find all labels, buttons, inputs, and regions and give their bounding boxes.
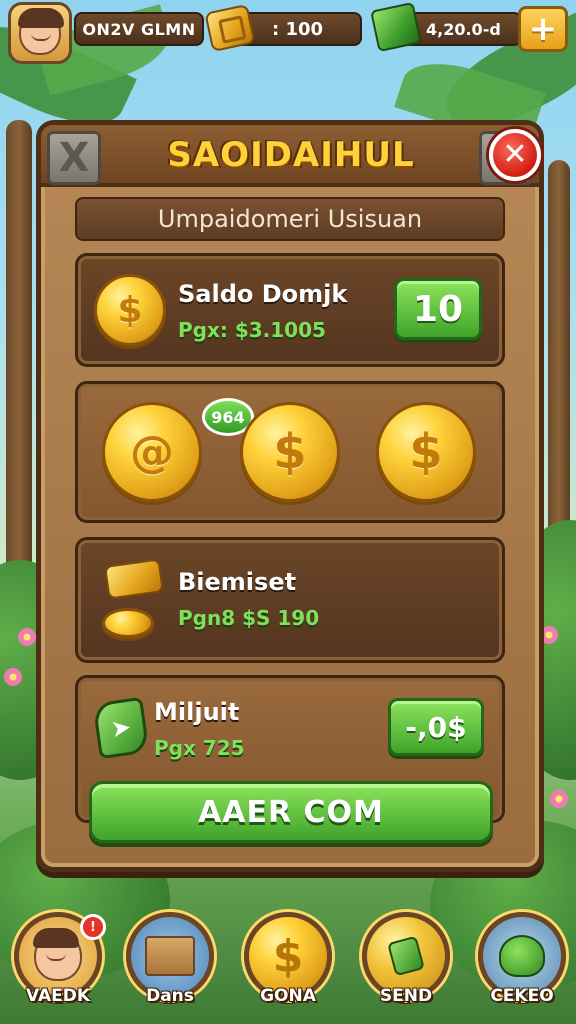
leaf-arrow-icon: ➤ xyxy=(92,696,150,760)
nav-label: VAEDK xyxy=(25,986,91,1006)
avatar-face-icon xyxy=(18,8,64,55)
panel-title: SAOIDAIHUL xyxy=(167,135,415,175)
nav-label: Dans xyxy=(146,986,194,1006)
coin-icon[interactable]: $ xyxy=(376,402,476,502)
panel-header: X SAOIDAIHUL ✕ xyxy=(41,125,541,187)
avatar-face-icon xyxy=(33,928,82,981)
nav-item-cekeo[interactable]: CEKEO xyxy=(474,912,570,1016)
green-cash-icon xyxy=(370,1,422,53)
add-currency-button[interactable]: + xyxy=(518,6,568,52)
top-bar: ON2V GLMN : 100 4,20.0-d + xyxy=(0,0,576,64)
nav-item-dans[interactable]: Dans xyxy=(122,912,218,1016)
saldo-subtitle: Pgx: $3.1005 xyxy=(178,318,326,342)
multiplier-title: Miljuit xyxy=(154,698,240,726)
nav-label: SEND xyxy=(379,986,433,1006)
bonus-title: Biemiset xyxy=(178,568,297,596)
multiplier-value-button[interactable]: -,0$ xyxy=(388,698,484,756)
gold-plate-icon xyxy=(103,558,165,600)
saldo-value-button[interactable]: 10 xyxy=(394,278,482,340)
panel-subtitle: Umpaidomeri Usisuan xyxy=(75,197,505,241)
bonus-card: Biemiset Pgn8 $S 190 xyxy=(75,537,505,663)
saldo-card: $ Saldo Domjk Pgx: $3.1005 10 xyxy=(75,253,505,367)
nav-item-send[interactable]: SEND xyxy=(358,912,454,1016)
notification-badge: ! xyxy=(80,914,106,940)
primary-action-button[interactable]: AAER COM xyxy=(89,781,493,843)
nav-label: CEKEO xyxy=(490,986,554,1006)
player-avatar[interactable] xyxy=(8,2,72,64)
player-name: ON2V GLMN xyxy=(74,12,204,46)
coin-icon[interactable]: $ xyxy=(240,402,340,502)
saldo-title: Saldo Domjk xyxy=(178,280,348,308)
main-panel: X SAOIDAIHUL ✕ Umpaidomeri Usisuan $ Sal… xyxy=(36,120,544,872)
coin-icon[interactable]: @ xyxy=(102,402,202,502)
nav-label: GONA xyxy=(260,986,316,1006)
bottom-nav: ! VAEDK Dans $ GONA SEND CEKEO xyxy=(0,906,576,1024)
nav-item-gona[interactable]: $ GONA xyxy=(240,912,336,1016)
close-button[interactable]: ✕ xyxy=(489,129,541,181)
coins-card: @ 964 $ $ xyxy=(75,381,505,523)
nav-item-profile[interactable]: ! VAEDK xyxy=(10,912,106,1016)
bonus-subtitle: Pgn8 $S 190 xyxy=(178,606,320,630)
corner-x-icon: X xyxy=(47,131,101,185)
multiplier-subtitle: Pgx 725 xyxy=(154,736,245,760)
gold-disc-icon xyxy=(102,608,154,638)
coin-icon: $ xyxy=(94,274,166,346)
coin-symbol: $ xyxy=(272,930,304,982)
